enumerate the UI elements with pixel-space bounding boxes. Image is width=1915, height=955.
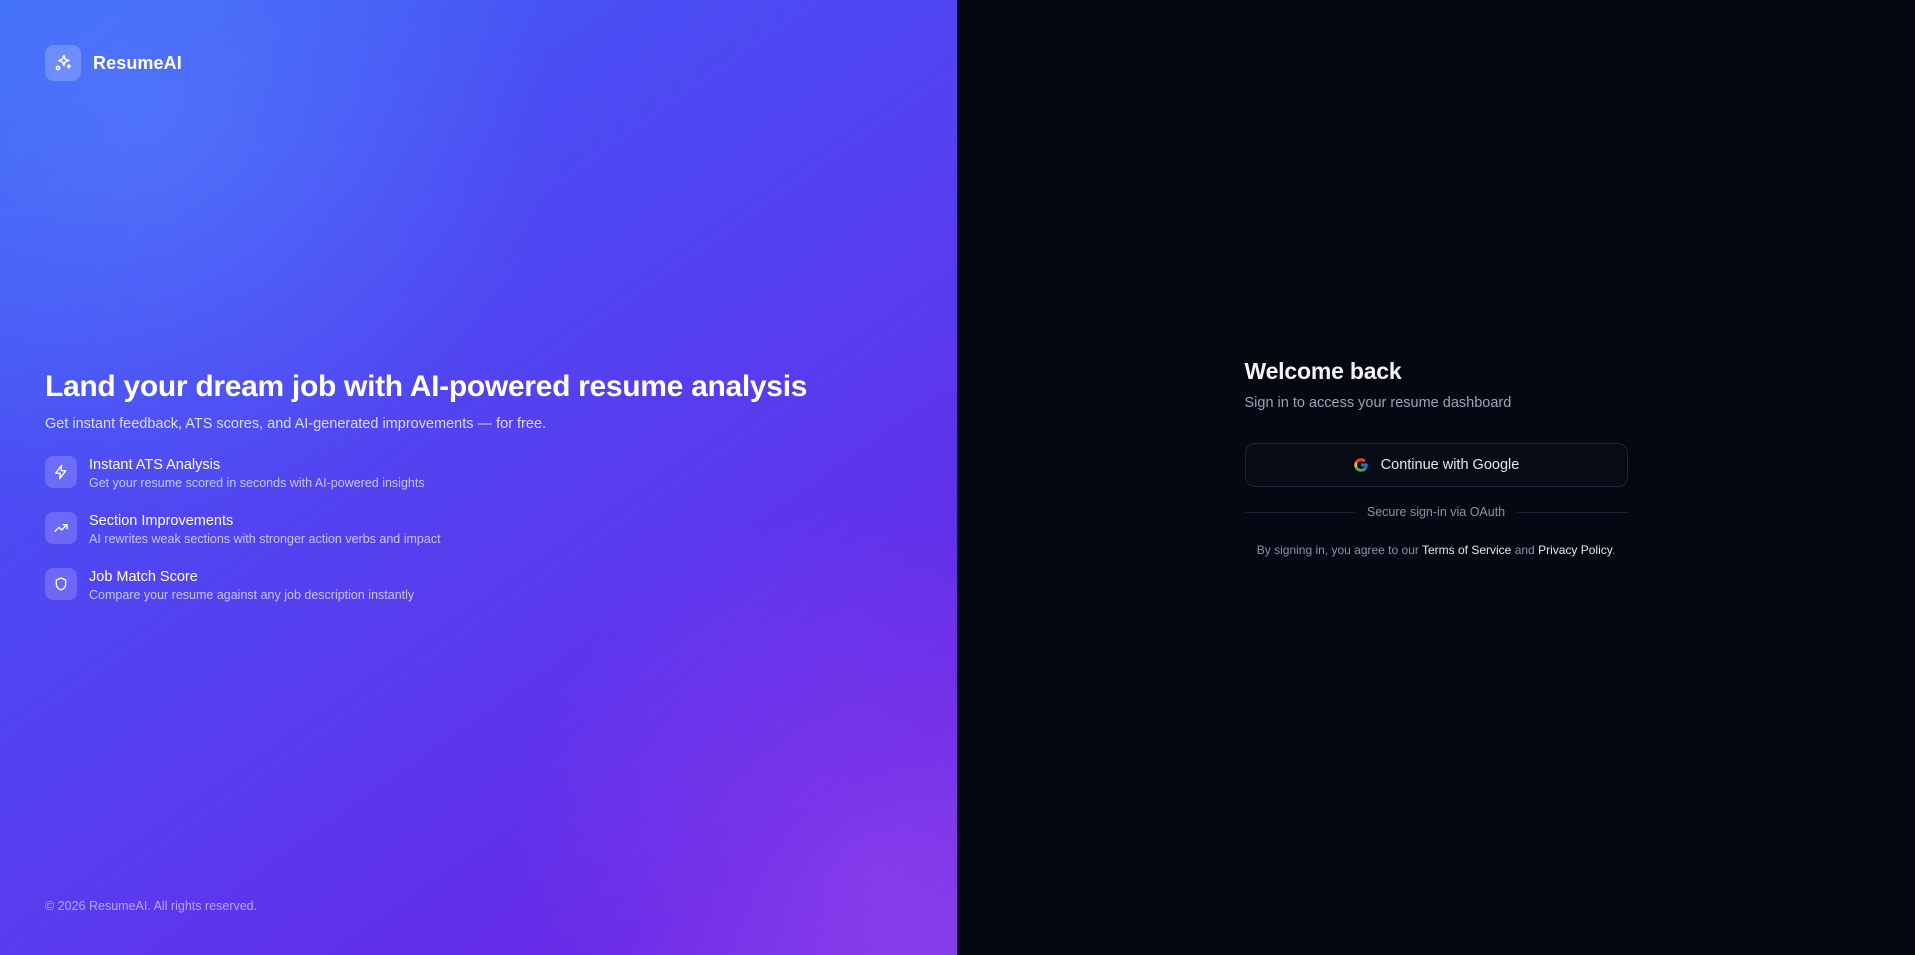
feature-desc: Compare your resume against any job desc… xyxy=(89,588,415,602)
privacy-link[interactable]: Privacy Policy xyxy=(1538,543,1612,557)
hero-headline: Land your dream job with AI-powered resu… xyxy=(45,370,808,403)
legal-text: By signing in, you agree to our Terms of… xyxy=(1245,543,1628,557)
brand-name: ResumeAI xyxy=(93,52,182,73)
trending-up-icon xyxy=(45,512,77,544)
google-icon xyxy=(1353,457,1369,473)
feature-title: Section Improvements xyxy=(89,513,234,529)
signin-subtitle: Sign in to access your resume dashboard xyxy=(1244,395,1512,411)
divider-line xyxy=(1244,511,1355,513)
legal-and: and xyxy=(1514,543,1535,557)
sparkles-icon xyxy=(45,45,81,81)
hero-subtitle: Get instant feedback, ATS scores, and AI… xyxy=(45,416,547,432)
signin-card: Welcome back Sign in to access your resu… xyxy=(1244,358,1628,557)
feature-desc: AI rewrites weak sections with stronger … xyxy=(89,532,441,546)
feature-title: Job Match Score xyxy=(89,569,198,585)
feature-item: Section Improvements AI rewrites weak se… xyxy=(45,512,905,546)
shield-icon xyxy=(45,568,77,600)
feature-title: Instant ATS Analysis xyxy=(89,457,221,473)
brand: ResumeAI xyxy=(45,45,182,81)
copyright: © 2026 ResumeAI. All rights reserved. xyxy=(45,899,258,913)
signin-title: Welcome back xyxy=(1244,358,1402,384)
feature-list: Instant ATS Analysis Get your resume sco… xyxy=(45,456,905,602)
hero: Land your dream job with AI-powered resu… xyxy=(45,368,905,602)
feature-item: Instant ATS Analysis Get your resume sco… xyxy=(45,456,905,490)
google-signin-button[interactable]: Continue with Google xyxy=(1244,443,1628,487)
legal-prefix: By signing in, you agree to our xyxy=(1256,543,1419,557)
marketing-panel: ResumeAI Land your dream job with AI-pow… xyxy=(0,0,957,955)
terms-link[interactable]: Terms of Service xyxy=(1422,543,1511,557)
feature-desc: Get your resume scored in seconds with A… xyxy=(89,476,425,490)
signin-panel: Welcome back Sign in to access your resu… xyxy=(957,0,1915,955)
feature-item: Job Match Score Compare your resume agai… xyxy=(45,568,905,602)
divider-text: Secure sign-in via OAuth xyxy=(1366,505,1506,519)
divider: Secure sign-in via OAuth xyxy=(1244,505,1628,519)
legal-suffix: . xyxy=(1611,543,1616,557)
divider-line xyxy=(1517,511,1628,513)
zap-icon xyxy=(45,456,77,488)
google-button-label: Continue with Google xyxy=(1380,457,1520,473)
